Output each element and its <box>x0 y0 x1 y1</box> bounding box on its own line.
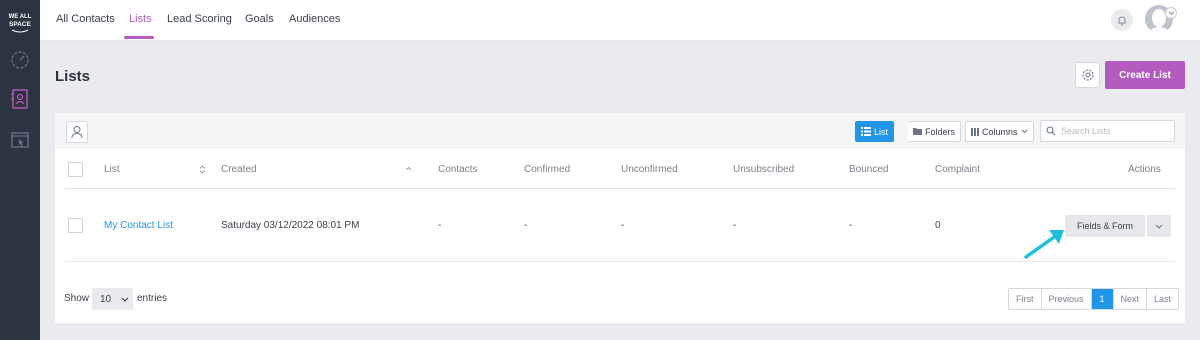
page-first-button[interactable]: First <box>1009 289 1042 309</box>
sidebar: WE ALL SPACE <box>0 0 40 340</box>
page-last-button[interactable]: Last <box>1147 289 1178 309</box>
logo-mark-icon: WE ALL SPACE <box>9 14 32 33</box>
dashboard-speedometer-icon[interactable] <box>8 47 32 71</box>
row-checkbox[interactable] <box>68 218 83 233</box>
tab-lead-scoring[interactable]: Lead Scoring <box>167 13 232 25</box>
account-menu-chevron-icon[interactable] <box>1165 7 1177 19</box>
chevron-down-icon <box>121 297 129 302</box>
create-list-button[interactable]: Create List <box>1105 61 1185 89</box>
column-header-complaint[interactable]: Complaint <box>935 164 980 175</box>
brand-logo[interactable]: WE ALL SPACE <box>6 10 34 38</box>
svg-text:WE ALL: WE ALL <box>9 14 32 20</box>
folders-button[interactable]: Folders <box>908 121 962 142</box>
column-header-created[interactable]: Created <box>221 164 257 175</box>
column-header-confirmed[interactable]: Confirmed <box>524 164 570 175</box>
search-lists-input[interactable] <box>1061 126 1166 136</box>
confirmed-count: - <box>524 220 528 231</box>
pagination: First Previous 1 Next Last <box>1008 288 1180 310</box>
select-all-checkbox[interactable] <box>68 162 83 177</box>
notifications-bell-icon[interactable] <box>1111 9 1133 31</box>
tab-audiences[interactable]: Audiences <box>289 13 340 25</box>
page-next-button[interactable]: Next <box>1114 289 1148 309</box>
folder-icon <box>913 128 922 135</box>
row-actions: Fields & Form <box>1065 215 1171 237</box>
complaint-count: 0 <box>935 220 941 231</box>
column-header-list[interactable]: List <box>104 164 120 175</box>
list-settings-gear-icon[interactable] <box>1075 62 1100 88</box>
unsubscribed-count: - <box>733 220 737 231</box>
top-navigation: All Contacts Lists Lead Scoring Goals Au… <box>40 0 1200 41</box>
svg-text:SPACE: SPACE <box>9 21 32 28</box>
entries-value: 10 <box>100 293 112 305</box>
table-toolbar: List Folders Columns <box>55 113 1185 149</box>
page-title: Lists <box>55 68 91 85</box>
actions-dropdown-chevron-icon[interactable] <box>1146 215 1171 237</box>
contacts-count: - <box>438 220 442 231</box>
show-label: Show <box>64 293 90 304</box>
tab-lists[interactable]: Lists <box>129 13 152 25</box>
lists-card: List Folders Columns List Created Contac… <box>55 113 1185 323</box>
page-1-button[interactable]: 1 <box>1091 289 1114 309</box>
created-date: Saturday 03/12/2022 08:01 PM <box>221 220 360 231</box>
list-view-button[interactable]: List <box>855 121 895 142</box>
row-divider <box>65 261 1175 262</box>
search-box[interactable] <box>1040 120 1175 142</box>
column-header-unconfirmed[interactable]: Unconfirmed <box>621 164 678 175</box>
tab-goals[interactable]: Goals <box>245 13 274 25</box>
columns-dropdown[interactable]: Columns <box>965 121 1034 142</box>
entries-per-page-select[interactable]: 10 <box>92 288 133 310</box>
search-icon <box>1046 126 1056 136</box>
list-view-label: List <box>874 126 889 137</box>
add-contact-user-icon[interactable] <box>66 121 88 143</box>
list-name-link[interactable]: My Contact List <box>104 220 173 231</box>
sort-icon[interactable] <box>199 165 206 174</box>
contacts-book-icon[interactable] <box>8 87 32 111</box>
unconfirmed-count: - <box>621 220 625 231</box>
bounced-count: - <box>849 220 853 231</box>
header-divider <box>65 188 1175 189</box>
folders-label: Folders <box>925 126 956 137</box>
annotation-arrow-icon <box>1024 230 1064 259</box>
column-header-contacts[interactable]: Contacts <box>438 164 477 175</box>
browser-cursor-icon[interactable] <box>8 128 32 152</box>
page-previous-button[interactable]: Previous <box>1042 289 1092 309</box>
column-header-bounced[interactable]: Bounced <box>849 164 888 175</box>
columns-label: Columns <box>982 126 1018 137</box>
chevron-down-icon <box>1021 129 1027 134</box>
list-view-icon <box>861 127 871 136</box>
tab-all-contacts[interactable]: All Contacts <box>56 13 115 25</box>
column-header-unsubscribed[interactable]: Unsubscribed <box>733 164 794 175</box>
column-header-actions: Actions <box>1128 164 1161 175</box>
entries-label: entries <box>137 293 168 304</box>
columns-icon <box>971 127 979 136</box>
sort-ascending-icon[interactable] <box>405 166 412 171</box>
fields-and-form-button[interactable]: Fields & Form <box>1065 215 1145 237</box>
active-tab-indicator <box>124 36 154 39</box>
